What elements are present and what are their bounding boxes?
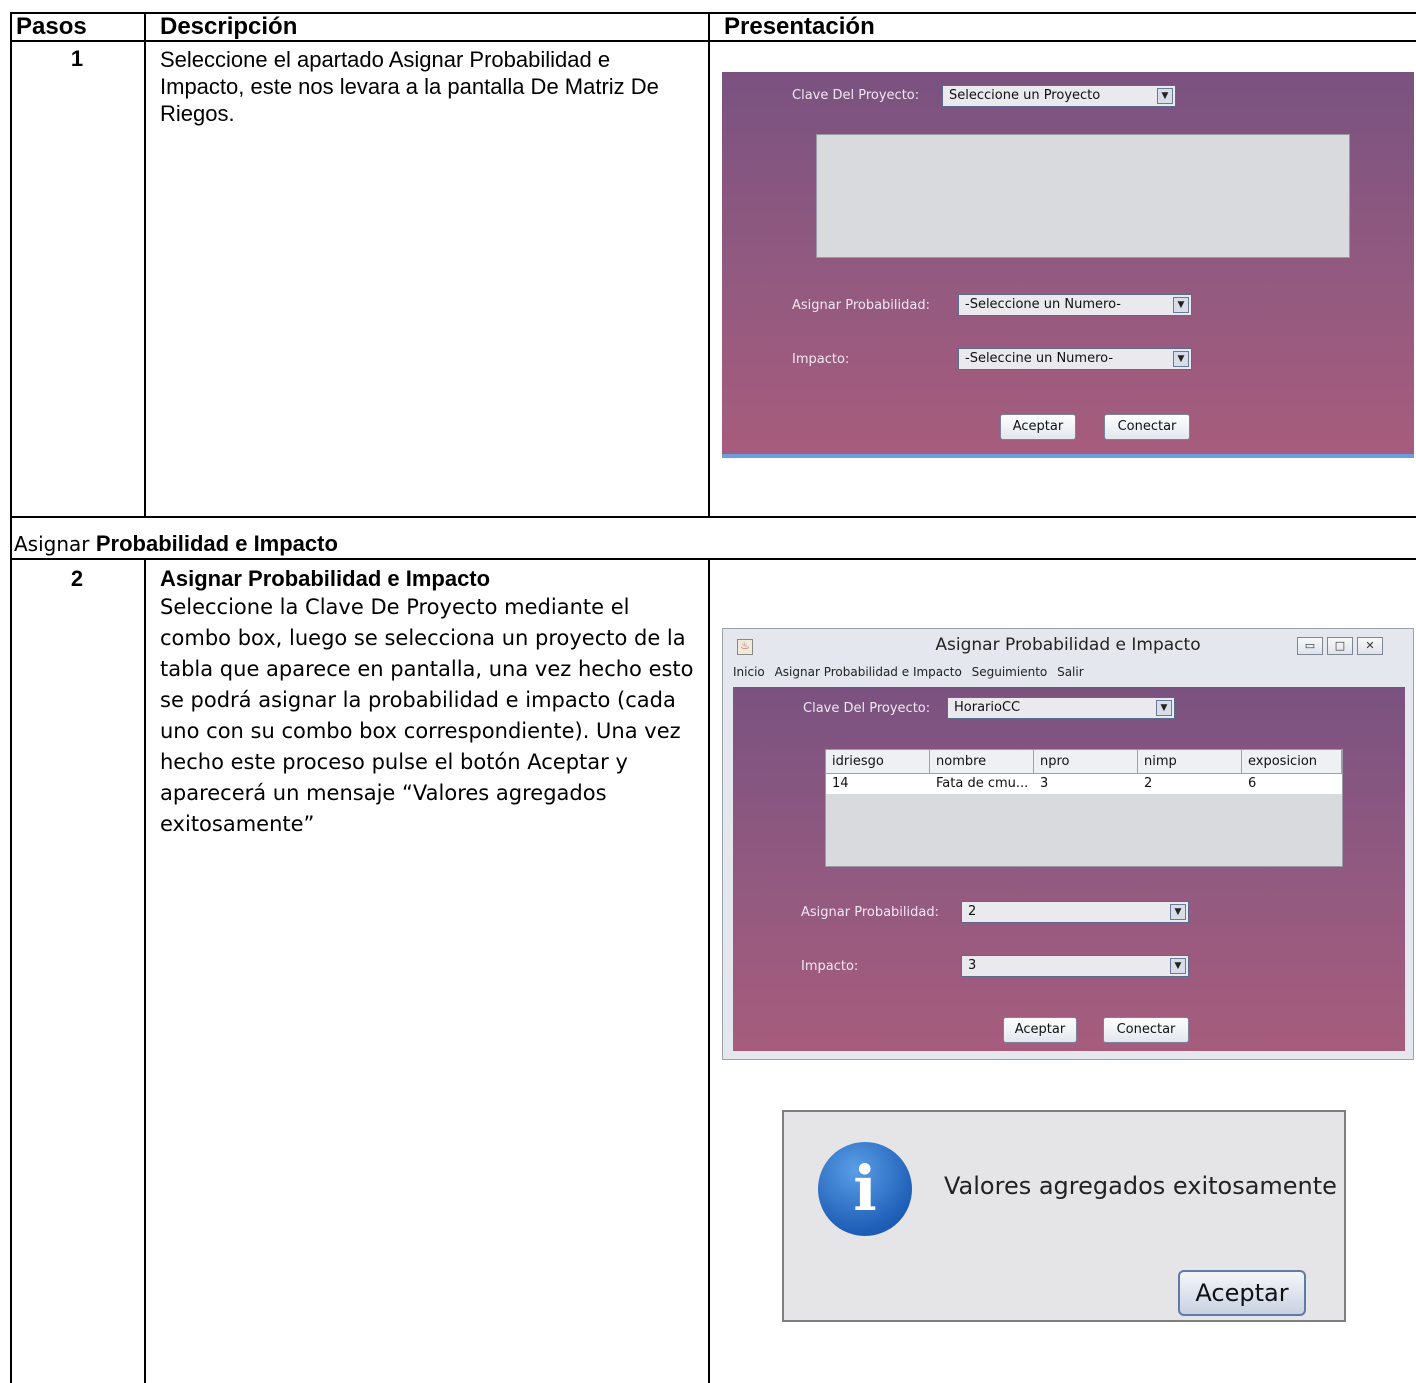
step-text: Seleccione la Clave De Proyecto mediante…	[160, 595, 694, 836]
probability-combo[interactable]: 2 ▼	[961, 901, 1189, 923]
chevron-down-icon: ▼	[1170, 904, 1186, 920]
accept-button[interactable]: Aceptar	[1000, 414, 1076, 440]
step-number: 1	[70, 46, 84, 71]
info-icon: i	[818, 1142, 912, 1236]
project-table-area	[816, 134, 1350, 258]
dialog-accept-button[interactable]: Aceptar	[1178, 1270, 1306, 1316]
project-combo-value: Seleccione un Proyecto	[949, 88, 1101, 103]
chevron-down-icon: ▼	[1173, 297, 1189, 313]
impact-combo[interactable]: -Seleccine un Numero- ▼	[958, 348, 1192, 370]
menu-item-asignar[interactable]: Asignar Probabilidad e Impacto	[775, 665, 962, 679]
project-combo[interactable]: HorarioCC ▼	[947, 697, 1175, 719]
menu-item-seguimiento[interactable]: Seguimiento	[972, 665, 1048, 679]
project-label: Clave Del Proyecto:	[803, 701, 931, 716]
minimize-icon[interactable]: ▭	[1297, 637, 1323, 655]
column-header: nombre	[930, 750, 1034, 774]
chevron-down-icon: ▼	[1157, 88, 1173, 104]
probability-combo-value: -Seleccione un Numero-	[965, 297, 1121, 312]
project-label: Clave Del Proyecto:	[792, 88, 920, 103]
step-number: 2	[70, 566, 84, 591]
connect-button[interactable]: Conectar	[1104, 414, 1190, 440]
table-cell: 3	[1040, 776, 1049, 791]
header-presentation: Presentación	[724, 13, 875, 40]
menu-item-inicio[interactable]: Inicio	[733, 665, 765, 679]
column-divider-1b	[144, 558, 146, 1383]
maximize-icon[interactable]: □	[1327, 637, 1353, 655]
table-cell: Fata de cmu...	[936, 776, 1029, 791]
column-divider-2b	[708, 558, 710, 1383]
step-title: Asignar Probabilidad e Impacto	[160, 566, 491, 591]
section-title: Asignar Probabilidad e Impacto	[14, 530, 338, 558]
table-cell: 2	[1144, 776, 1153, 791]
chevron-down-icon: ▼	[1170, 958, 1186, 974]
menu-item-salir[interactable]: Salir	[1057, 665, 1084, 679]
step-description: Seleccione el apartado Asignar Probabili…	[160, 47, 659, 126]
chevron-down-icon: ▼	[1156, 700, 1172, 716]
message-dialog: i Valores agregados exitosamente Aceptar	[782, 1110, 1346, 1322]
column-header: npro	[1034, 750, 1138, 774]
table-border-left	[10, 12, 12, 1383]
dialog-message: Valores agregados exitosamente	[944, 1172, 1337, 1200]
impact-label: Impacto:	[792, 352, 850, 367]
table-cell: 14	[832, 776, 849, 791]
app-window: ♨ Asignar Probabilidad e Impacto ▭ □ ✕ I…	[722, 628, 1414, 1060]
table-header-divider	[10, 40, 1416, 42]
header-steps: Pasos	[16, 13, 87, 40]
section-title-bold: Probabilidad e Impacto	[95, 531, 338, 556]
table-section-divider	[10, 558, 1416, 560]
window-content: Clave Del Proyecto: HorarioCC ▼ idriesgo…	[733, 687, 1405, 1051]
table-row[interactable]	[826, 774, 1342, 794]
menu-bar: Inicio Asignar Probabilidad e Impacto Se…	[733, 665, 1405, 685]
column-header: exposicion	[1242, 750, 1342, 774]
impact-combo[interactable]: 3 ▼	[961, 955, 1189, 977]
section-title-light: Asignar	[14, 532, 96, 556]
step-description: Asignar Probabilidad e Impacto Seleccion…	[160, 566, 705, 840]
project-combo[interactable]: Seleccione un Proyecto ▼	[942, 85, 1176, 107]
project-combo-value: HorarioCC	[954, 700, 1021, 715]
impact-combo-value: -Seleccine un Numero-	[965, 351, 1114, 366]
table-cell: 6	[1248, 776, 1257, 791]
risk-table: idriesgo nombre npro nimp exposicion 14 …	[825, 749, 1343, 867]
connect-button[interactable]: Conectar	[1103, 1017, 1189, 1043]
impact-combo-value: 3	[968, 958, 977, 973]
column-header: idriesgo	[826, 750, 930, 774]
close-icon[interactable]: ✕	[1357, 637, 1383, 655]
probability-label: Asignar Probabilidad:	[792, 298, 930, 313]
probability-label: Asignar Probabilidad:	[801, 905, 939, 920]
accept-button[interactable]: Aceptar	[1003, 1017, 1077, 1043]
probability-combo-value: 2	[968, 904, 977, 919]
matrix-form-screenshot: Clave Del Proyecto: Seleccione un Proyec…	[722, 72, 1414, 458]
impact-label: Impacto:	[801, 959, 859, 974]
column-header: nimp	[1138, 750, 1242, 774]
probability-combo[interactable]: -Seleccione un Numero- ▼	[958, 294, 1192, 316]
column-divider-1	[144, 12, 146, 516]
header-description: Descripción	[160, 13, 298, 40]
table-row-divider	[10, 516, 1416, 518]
chevron-down-icon: ▼	[1173, 351, 1189, 367]
column-divider-2	[708, 12, 710, 516]
